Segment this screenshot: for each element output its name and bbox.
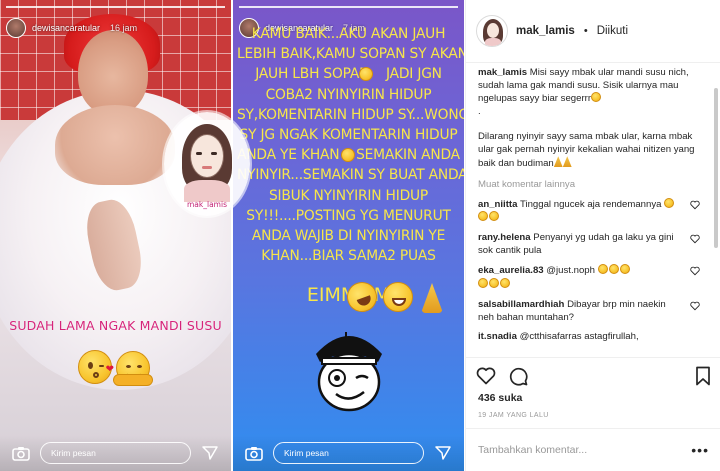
separator-dot: •: [583, 25, 588, 37]
add-comment-input[interactable]: Tambahkan komentar...: [478, 444, 587, 456]
grin-emoji-icon: [383, 282, 413, 312]
comment-username[interactable]: it.snadia: [478, 331, 517, 342]
crying-laugh-emoji-icon: [597, 264, 608, 275]
kiss-emoji-icon: ❤: [78, 350, 114, 384]
comment-item: salsabillamardhiah Dibayar brp min naeki…: [478, 299, 703, 324]
user-avatar[interactable]: [476, 15, 508, 47]
story-text-line: KHAN...BIAR SAMA2 PUAS: [261, 248, 436, 265]
comment-username[interactable]: an_niitta: [478, 199, 517, 210]
comment-item: an_niitta Tinggal ngucek aja rendemannya: [478, 197, 703, 225]
story-footer: Kirim pesan: [0, 435, 231, 471]
story-text-line: NYINYIR...SEMAKIN SY BUAT ANDA: [237, 167, 464, 184]
photo-body: [55, 105, 175, 185]
photo-face: [78, 30, 148, 115]
hug-emoji-icon: [113, 351, 153, 386]
wink-emoji-icon: [341, 148, 355, 162]
comment-text: Tinggal ngucek aja rendemannya: [519, 198, 662, 210]
story-time: 16 jam: [110, 23, 138, 33]
logo-text: mak_lamis: [187, 200, 227, 209]
message-input[interactable]: Kirim pesan: [273, 442, 424, 464]
story-text-line: ANDA WAJIB DI NYINYIRIN YE: [251, 228, 446, 245]
load-more-comments-link[interactable]: Muat komentar lainnya: [478, 179, 703, 192]
crying-laugh-emoji-icon: [489, 211, 499, 222]
watermark-logo: mak_lamis: [164, 112, 250, 216]
more-options-icon[interactable]: •••: [691, 442, 709, 458]
comment-username[interactable]: salsabillamardhiah: [478, 299, 564, 310]
follow-status-button[interactable]: Diikuti: [597, 25, 628, 37]
cartoon-face-sticker: [316, 332, 382, 412]
story-footer: Kirim pesan: [233, 435, 464, 471]
story-text-line: COBA2 NYINYIRIN HIDUP: [265, 86, 432, 103]
story-caption: SUDAH LAMA NGAK MANDI SUSU: [9, 318, 222, 333]
add-comment-bar: Tambahkan komentar... •••: [466, 428, 720, 471]
crying-laugh-emoji-icon: [478, 211, 488, 222]
comment-item: eka_aurelia.83 @just.noph: [478, 264, 703, 291]
comment-text: @ctthisafarras astagfirullah,: [519, 331, 639, 343]
like-heart-icon[interactable]: [476, 367, 496, 385]
like-comment-heart-icon[interactable]: [690, 301, 700, 311]
crying-laugh-emoji-icon: [619, 264, 630, 275]
story-panel-1[interactable]: dewisancaratular 16 jam SUDAH LAMA NGAK …: [0, 0, 231, 471]
camera-icon[interactable]: [243, 442, 265, 464]
story-text-line: SY!!!....POSTING YG MENURUT: [246, 207, 451, 224]
story-panel-2[interactable]: dewisancaratular 7 jam KAMU BAIK...AKU A…: [233, 0, 464, 471]
bookmark-icon[interactable]: [695, 366, 711, 386]
caption-username[interactable]: mak_lamis: [478, 67, 527, 78]
smile-emoji-icon: [359, 67, 373, 81]
comment-item: it.snadia @ctthisafarras astagfirullah,: [478, 331, 703, 344]
like-comment-heart-icon[interactable]: [690, 266, 700, 276]
story-text-block: KAMU BAIK...AKU AKAN JAUH LEBIH BAIK,KAM…: [237, 24, 464, 266]
post-actions: [466, 357, 720, 393]
crying-laugh-emoji-icon: [500, 278, 510, 289]
smile-emoji-icon: [591, 92, 602, 103]
camera-icon[interactable]: [10, 442, 32, 464]
post-panel: mak_lamis • Diikuti mak_lamis Misi sayy …: [465, 0, 720, 471]
post-caption: mak_lamis Misi sayy mbak ular mandi susu…: [478, 67, 703, 171]
comment-bubble-icon[interactable]: [508, 366, 528, 386]
story-text-line: KAMU BAIK...AKU AKAN JAUH: [251, 26, 446, 42]
story-text-line: JAUH LBH SOPAN JADI JGN: [255, 66, 442, 83]
story-text-line: SY JG NGAK KOMENTARIN HIDUP: [239, 127, 458, 144]
send-icon[interactable]: [432, 442, 454, 464]
comment-username[interactable]: rany.helena: [478, 232, 531, 243]
crying-laugh-emoji-icon: [489, 278, 499, 289]
comment-text: @just.noph: [546, 265, 595, 277]
post-time-ago: 19 JAM YANG LALU: [478, 412, 549, 419]
likes-count[interactable]: 436 suka: [478, 392, 522, 404]
story-text-line: SY,KOMENTARIN HIDUP SY...WONG: [237, 106, 464, 123]
post-header: mak_lamis • Diikuti: [466, 0, 720, 63]
pray-emoji-icon: [562, 156, 572, 168]
like-comment-heart-icon[interactable]: [690, 234, 700, 244]
caption-dot: .: [478, 106, 481, 118]
story-text-line: LEBIH BAIK,KAMU SOPAN SY AKAN: [237, 46, 464, 63]
caption-text-2: Dilarang nyinyir sayy sama mbak ular, ka…: [478, 130, 695, 170]
pray-emoji-icon: [553, 156, 563, 168]
story-header: dewisancaratular 16 jam: [6, 18, 137, 38]
crying-laugh-emoji-icon: [478, 278, 488, 289]
crying-laugh-emoji-icon: [664, 197, 675, 208]
message-input[interactable]: Kirim pesan: [40, 442, 191, 464]
comment-item: rany.helena Penyanyi yg udah ga laku ya …: [478, 232, 703, 257]
comment-username[interactable]: eka_aurelia.83: [478, 265, 544, 276]
story-text-line: SIBUK NYINYIRIN HIDUP: [268, 187, 429, 204]
story-username[interactable]: dewisancaratular: [32, 23, 100, 33]
send-icon[interactable]: [199, 442, 221, 464]
comments-list: mak_lamis Misi sayy mbak ular mandi susu…: [478, 67, 703, 355]
scrollbar-thumb[interactable]: [714, 88, 718, 248]
story-progress-bar: [239, 6, 458, 8]
post-username[interactable]: mak_lamis: [516, 25, 575, 37]
crying-laugh-emoji-icon: [608, 264, 619, 275]
story-avatar[interactable]: [6, 18, 26, 38]
like-comment-heart-icon[interactable]: [690, 200, 700, 210]
story-progress-bar: [6, 6, 225, 8]
